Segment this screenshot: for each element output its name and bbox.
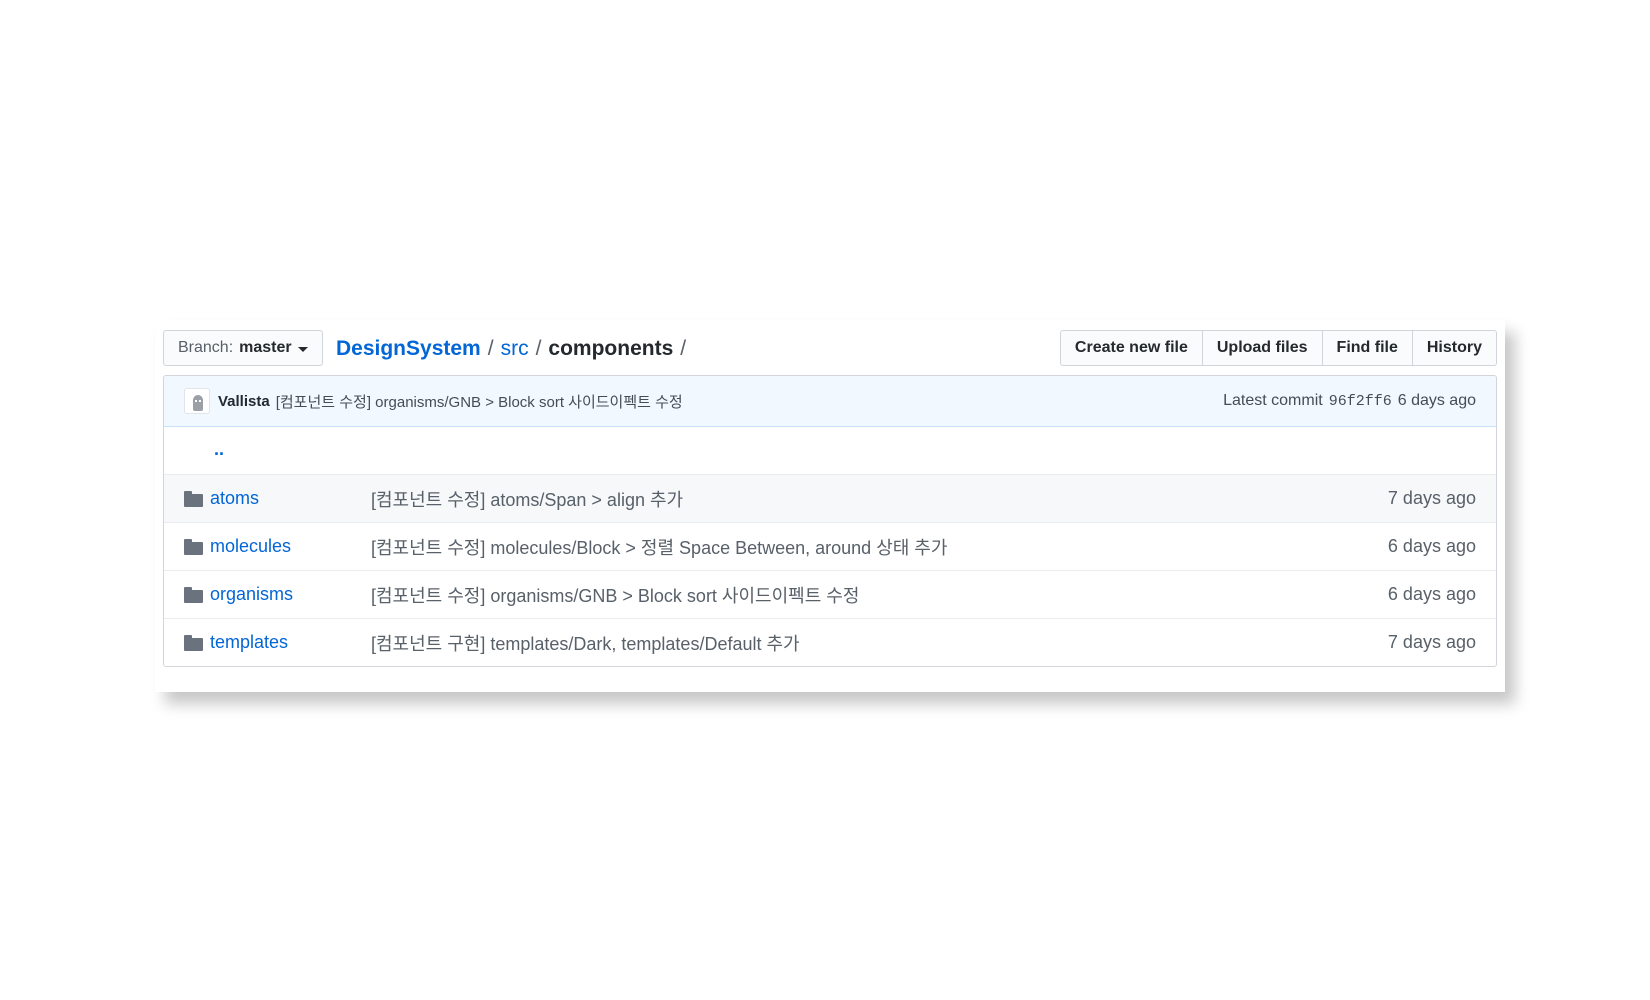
table-row: templates [컴포넌트 구현] templates/Dark, temp… [164,618,1496,666]
latest-commit-label: Latest commit [1223,392,1323,409]
breadcrumb: DesignSystem / src / components / [336,332,693,366]
commit-meta: Latest commit 96f2ff6 6 days ago [1223,376,1476,426]
table-row: molecules [컴포넌트 수정] molecules/Block > 정렬… [164,522,1496,570]
parent-directory-link[interactable]: .. [214,439,224,460]
folder-icon [184,635,204,651]
breadcrumb-separator: / [487,337,494,360]
branch-select-button[interactable]: Branch: master [163,330,323,366]
latest-commit-bar: Vallista [컴포넌트 수정] organisms/GNB > Block… [164,376,1496,427]
breadcrumb-repo-link[interactable]: DesignSystem [336,337,481,361]
table-row: organisms [컴포넌트 수정] organisms/GNB > Bloc… [164,570,1496,618]
file-name-link[interactable]: atoms [210,488,259,509]
history-button[interactable]: History [1411,330,1497,366]
file-navigation: Branch: master DesignSystem / src / comp… [163,330,1497,368]
file-list: Vallista [컴포넌트 수정] organisms/GNB > Block… [163,375,1497,667]
caret-down-icon [297,346,308,352]
commit-age: 6 days ago [1397,392,1476,409]
file-age: 7 days ago [1387,632,1476,652]
file-commit-message[interactable]: [컴포넌트 수정] molecules/Block > 정렬 Space Bet… [371,534,947,560]
file-age: 7 days ago [1387,488,1476,508]
avatar-figure [193,395,203,411]
file-name-link[interactable]: templates [210,632,288,653]
upload-files-button[interactable]: Upload files [1201,330,1323,366]
file-name-link[interactable]: molecules [210,536,291,557]
commit-sha[interactable]: 96f2ff6 [1329,393,1392,410]
file-actions: Create new file Upload files Find file H… [1059,330,1497,366]
table-row: atoms [컴포넌트 수정] atoms/Span > align 추가 7 … [164,474,1496,522]
file-commit-message[interactable]: [컴포넌트 수정] atoms/Span > align 추가 [371,486,683,512]
folder-icon [184,491,204,507]
commit-author[interactable]: Vallista [218,393,270,410]
folder-icon [184,539,204,555]
avatar[interactable] [184,388,210,414]
commit-message[interactable]: [컴포넌트 수정] organisms/GNB > Block sort 사이드… [276,391,683,412]
create-new-file-button[interactable]: Create new file [1059,330,1203,366]
breadcrumb-src-link[interactable]: src [501,337,529,361]
breadcrumb-separator: / [680,337,687,360]
file-commit-message[interactable]: [컴포넌트 구현] templates/Dark, templates/Defa… [371,630,800,656]
parent-directory-row: .. [164,427,1496,474]
find-file-button[interactable]: Find file [1321,330,1413,366]
branch-name: master [239,339,292,356]
file-commit-message[interactable]: [컴포넌트 수정] organisms/GNB > Block sort 사이드… [371,582,859,608]
repo-file-browser: Branch: master DesignSystem / src / comp… [155,320,1505,692]
branch-prefix: Branch: [178,339,234,356]
file-age: 6 days ago [1387,536,1476,556]
file-name-link[interactable]: organisms [210,584,293,605]
folder-icon [184,587,204,603]
file-age: 6 days ago [1387,584,1476,604]
breadcrumb-separator: / [535,337,542,360]
breadcrumb-current: components [548,337,674,360]
